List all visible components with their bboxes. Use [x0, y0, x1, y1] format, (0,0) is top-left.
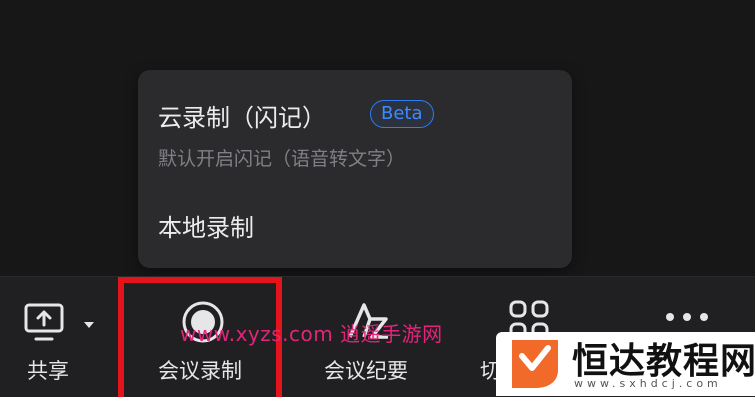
watermark-text: www.xyzs.com 逍遥手游网	[180, 322, 443, 346]
local-recording-title: 本地录制	[158, 214, 254, 242]
recording-menu: 云录制（闪记） Beta 默认开启闪记（语音转文字） 本地录制	[138, 70, 572, 268]
brand-watermark: 恒达教程网 www.sxhdcj.com	[496, 332, 755, 396]
cloud-recording-subtitle: 默认开启闪记（语音转文字）	[158, 148, 406, 170]
cloud-recording-option[interactable]: 云录制（闪记） Beta 默认开启闪记（语音转文字）	[138, 88, 572, 188]
share-label: 共享	[27, 359, 69, 383]
share-button[interactable]: 共享	[0, 277, 110, 397]
chevron-down-icon[interactable]	[82, 315, 96, 334]
local-recording-option[interactable]: 本地录制	[138, 200, 572, 250]
brand-logo-icon	[506, 336, 564, 396]
meeting-record-label: 会议录制	[158, 359, 242, 383]
brand-url: www.sxhdcj.com	[574, 377, 722, 390]
cloud-recording-title: 云录制（闪记）	[158, 104, 326, 132]
more-icon	[664, 307, 710, 326]
meeting-minutes-label: 会议纪要	[324, 359, 408, 383]
screen-share-icon	[24, 303, 70, 347]
beta-badge: Beta	[370, 100, 434, 128]
